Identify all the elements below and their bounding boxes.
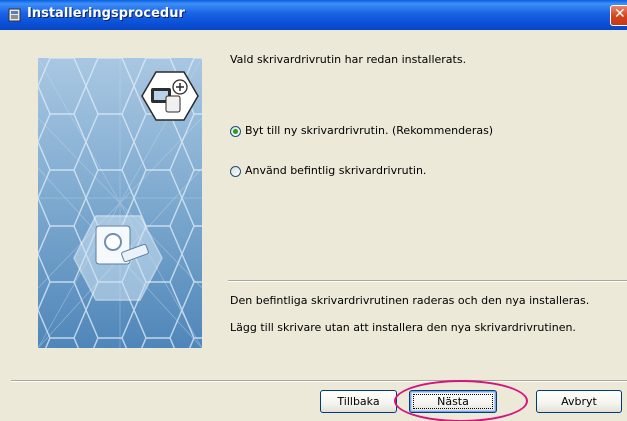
cancel-button[interactable]: Avbryt xyxy=(536,390,622,413)
close-icon: ✕ xyxy=(614,6,626,22)
installer-artwork xyxy=(38,58,202,348)
keep-driver-label[interactable]: Använd befintlig skrivardrivrutin. xyxy=(245,164,426,177)
intro-text: Vald skrivardrivrutin har redan installe… xyxy=(230,53,467,66)
back-button[interactable]: Tillbaka xyxy=(320,390,397,413)
installer-dialog: Installeringsprocedur ✕ Vald skrivardriv… xyxy=(0,0,627,421)
replace-driver-label[interactable]: Byt till ny skrivardrivrutin. (Rekommend… xyxy=(245,124,493,137)
replace-driver-radio[interactable] xyxy=(230,126,241,137)
window-title: Installeringsprocedur xyxy=(27,6,185,21)
next-button[interactable]: Nästa xyxy=(409,390,497,413)
title-bar: Installeringsprocedur ✕ xyxy=(0,0,627,30)
keep-description: Lägg till skrivare utan att installera d… xyxy=(230,321,576,334)
close-button[interactable]: ✕ xyxy=(610,5,627,26)
keep-driver-radio[interactable] xyxy=(230,166,241,177)
installer-icon xyxy=(8,8,21,22)
replace-description: Den befintliga skrivardrivrutinen radera… xyxy=(230,294,590,307)
